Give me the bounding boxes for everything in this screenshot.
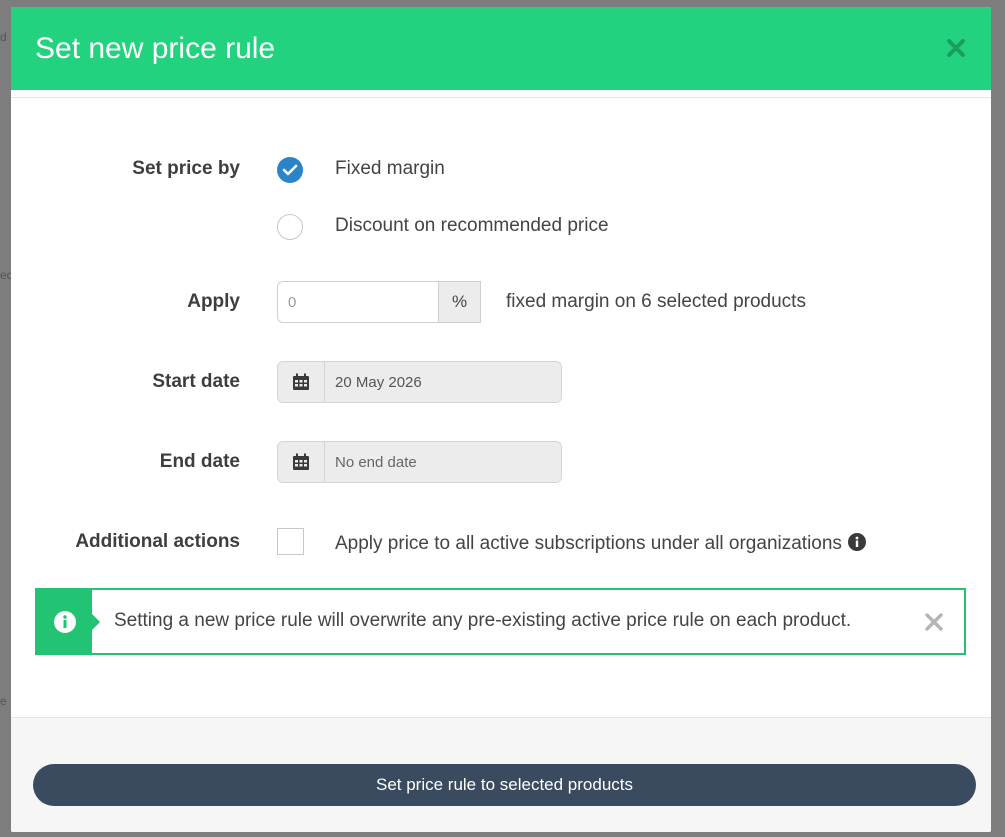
- set-price-rule-button[interactable]: Set price rule to selected products: [33, 764, 976, 806]
- calendar-icon[interactable]: [278, 362, 325, 402]
- apply-input-group: %: [277, 281, 481, 323]
- apply-to-subscriptions-checkbox[interactable]: [277, 528, 304, 555]
- end-date-input[interactable]: [325, 442, 561, 482]
- end-date-group: [277, 441, 562, 483]
- check-icon: [282, 164, 298, 176]
- radio-discount-recommended[interactable]: [277, 214, 303, 240]
- additional-actions-label: Additional actions: [75, 531, 240, 552]
- start-date-group: [277, 361, 562, 403]
- end-date-label: End date: [159, 451, 240, 472]
- radio-fixed-margin[interactable]: [277, 157, 303, 183]
- close-icon[interactable]: [943, 35, 969, 61]
- info-icon: [54, 611, 76, 633]
- apply-label: Apply: [187, 291, 240, 312]
- apply-suffix-text: fixed margin on 6 selected products: [506, 291, 806, 312]
- start-date-input[interactable]: [325, 362, 561, 402]
- overwrite-warning-alert: Setting a new price rule will overwrite …: [35, 588, 966, 655]
- background-text-fragment: e: [0, 694, 7, 708]
- start-date-label: Start date: [152, 371, 240, 392]
- price-rule-modal: Set new price rule Set price by Fixed ma…: [11, 7, 991, 832]
- alert-text: Setting a new price rule will overwrite …: [114, 610, 852, 631]
- set-price-by-label: Set price by: [132, 158, 240, 179]
- close-icon[interactable]: [924, 612, 944, 637]
- alert-icon-box: [37, 590, 100, 653]
- radio-discount-recommended-label[interactable]: Discount on recommended price: [335, 215, 609, 237]
- background-text-fragment: d: [0, 30, 7, 44]
- radio-fixed-margin-label[interactable]: Fixed margin: [335, 158, 445, 180]
- header-divider: [11, 90, 991, 98]
- apply-to-subscriptions-label[interactable]: Apply price to all active subscriptions …: [335, 533, 842, 554]
- modal-header: Set new price rule: [11, 7, 991, 90]
- margin-input[interactable]: [277, 281, 438, 323]
- calendar-icon[interactable]: [278, 442, 325, 482]
- modal-title: Set new price rule: [35, 32, 276, 65]
- apply-to-subscriptions-row: Apply price to all active subscriptions …: [335, 533, 866, 557]
- modal-footer: Set price rule to selected products: [11, 717, 991, 832]
- info-icon[interactable]: [847, 533, 866, 557]
- percent-addon: %: [438, 281, 481, 323]
